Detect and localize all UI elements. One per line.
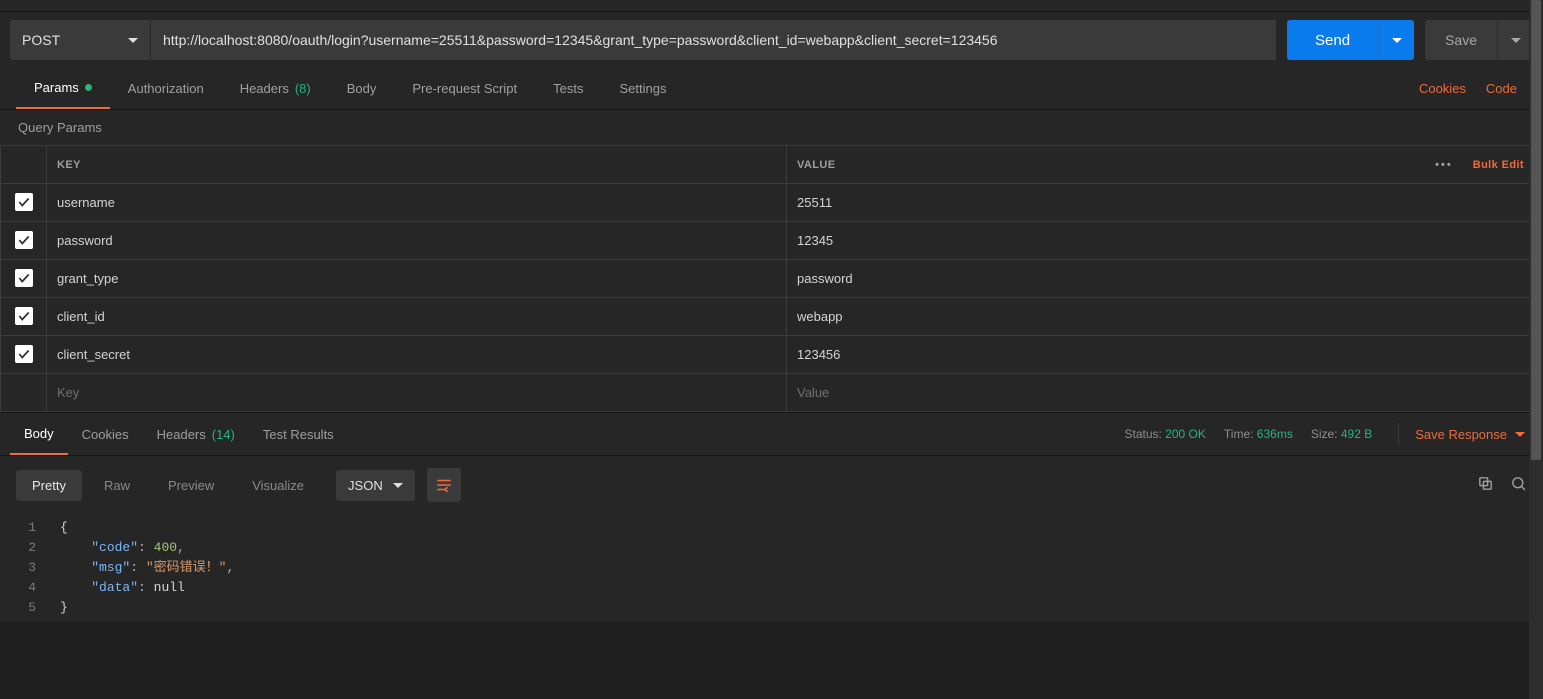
save-response-button[interactable]: Save Response xyxy=(1407,427,1533,442)
tab-label: Headers xyxy=(157,427,206,442)
tab-params[interactable]: Params xyxy=(16,68,110,109)
tab-tests[interactable]: Tests xyxy=(535,68,601,109)
table-row[interactable]: grant_typepassword xyxy=(1,260,1543,298)
body-format-select[interactable]: JSON xyxy=(336,470,415,501)
search-icon[interactable] xyxy=(1510,475,1527,495)
save-dropdown-button[interactable] xyxy=(1497,20,1533,60)
row-checkbox[interactable] xyxy=(15,231,33,249)
response-tab-headers[interactable]: Headers (14) xyxy=(143,413,249,455)
param-value[interactable]: 123456 xyxy=(787,336,1543,374)
table-row[interactable]: client_idwebapp xyxy=(1,298,1543,336)
response-tabs: Body Cookies Headers (14) Test Results S… xyxy=(0,412,1543,456)
url-input[interactable] xyxy=(151,20,1276,60)
cookies-link[interactable]: Cookies xyxy=(1409,81,1476,96)
http-method-select[interactable]: POST xyxy=(10,20,150,60)
tab-label: Headers xyxy=(240,81,289,96)
view-raw[interactable]: Raw xyxy=(88,470,146,501)
query-params-table: KEY VALUE ••• Bulk Edit username25511pas… xyxy=(0,145,1543,412)
param-key[interactable]: client_id xyxy=(47,298,787,336)
response-size: Size: 492 B xyxy=(1311,427,1372,441)
view-pretty[interactable]: Pretty xyxy=(16,470,82,501)
response-tab-tests[interactable]: Test Results xyxy=(249,413,348,455)
tab-prerequest[interactable]: Pre-request Script xyxy=(394,68,535,109)
table-row[interactable]: password12345 xyxy=(1,222,1543,260)
code-link[interactable]: Code xyxy=(1476,81,1527,96)
response-status: Status: 200 OK xyxy=(1124,427,1205,441)
tab-settings[interactable]: Settings xyxy=(601,68,684,109)
response-time: Time: 636ms xyxy=(1224,427,1293,441)
chevron-down-icon xyxy=(393,483,403,488)
copy-icon[interactable] xyxy=(1477,475,1494,495)
param-value-placeholder[interactable]: Value xyxy=(787,374,1543,412)
param-key-placeholder[interactable]: Key xyxy=(47,374,787,412)
param-value[interactable]: 12345 xyxy=(787,222,1543,260)
chevron-down-icon xyxy=(1511,38,1521,43)
tab-authorization[interactable]: Authorization xyxy=(110,68,222,109)
view-visualize[interactable]: Visualize xyxy=(236,470,320,501)
line-wrap-button[interactable] xyxy=(427,468,461,502)
checkbox-column-header xyxy=(1,146,47,184)
param-key[interactable]: username xyxy=(47,184,787,222)
http-method-label: POST xyxy=(22,32,60,48)
table-row-new[interactable]: KeyValue xyxy=(1,374,1543,412)
request-tabs: Params Authorization Headers (8) Body Pr… xyxy=(0,68,1543,110)
param-value[interactable]: 25511 xyxy=(787,184,1543,222)
row-checkbox[interactable] xyxy=(15,345,33,363)
param-key[interactable]: client_secret xyxy=(47,336,787,374)
view-preview[interactable]: Preview xyxy=(152,470,230,501)
send-button[interactable]: Send xyxy=(1287,20,1378,60)
tab-body[interactable]: Body xyxy=(329,68,395,109)
row-checkbox[interactable] xyxy=(15,307,33,325)
table-row[interactable]: client_secret123456 xyxy=(1,336,1543,374)
chevron-down-icon xyxy=(128,38,138,43)
scrollbar[interactable] xyxy=(1529,0,1543,699)
key-column-header: KEY xyxy=(47,146,787,184)
query-params-title: Query Params xyxy=(0,110,1543,145)
response-body-code[interactable]: 1{ 2 "code": 400, 3 "msg": "密码错误！", 4 "d… xyxy=(0,514,1543,622)
row-checkbox[interactable] xyxy=(15,269,33,287)
param-value[interactable]: webapp xyxy=(787,298,1543,336)
bulk-edit-link[interactable]: Bulk Edit xyxy=(1473,159,1524,171)
send-dropdown-button[interactable] xyxy=(1378,20,1414,60)
headers-count: (8) xyxy=(295,81,311,96)
table-row[interactable]: username25511 xyxy=(1,184,1543,222)
save-button[interactable]: Save xyxy=(1425,20,1497,60)
param-key[interactable]: password xyxy=(47,222,787,260)
response-tab-body[interactable]: Body xyxy=(10,413,68,455)
request-bar: POST Send Save xyxy=(0,12,1543,68)
value-column-header: VALUE ••• Bulk Edit xyxy=(787,146,1543,184)
tab-headers[interactable]: Headers (8) xyxy=(222,68,329,109)
active-indicator-icon xyxy=(85,84,92,91)
tab-label: Params xyxy=(34,80,79,95)
chevron-down-icon xyxy=(1515,432,1525,437)
param-key[interactable]: grant_type xyxy=(47,260,787,298)
more-options-icon[interactable]: ••• xyxy=(1435,159,1453,171)
response-tab-cookies[interactable]: Cookies xyxy=(68,413,143,455)
row-checkbox[interactable] xyxy=(15,193,33,211)
param-value[interactable]: password xyxy=(787,260,1543,298)
chevron-down-icon xyxy=(1392,38,1402,43)
response-headers-count: (14) xyxy=(212,427,235,442)
response-body-toolbar: Pretty Raw Preview Visualize JSON xyxy=(0,456,1543,514)
